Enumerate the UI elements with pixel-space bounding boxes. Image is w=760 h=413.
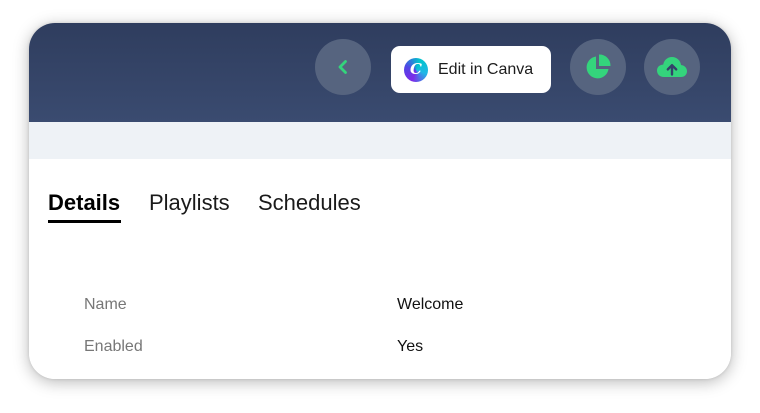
details-panel: Details Playlists Schedules Name Welcome…: [29, 159, 731, 379]
edit-in-canva-label: Edit in Canva: [438, 60, 534, 78]
name-value: Welcome: [397, 296, 464, 313]
edit-in-canva-button[interactable]: C Edit in Canva: [391, 46, 551, 93]
upload-button[interactable]: [644, 39, 700, 95]
enabled-value: Yes: [397, 338, 424, 355]
active-tab-indicator: [48, 220, 121, 223]
name-label: Name: [84, 296, 127, 313]
statistics-button[interactable]: [570, 39, 626, 95]
enabled-label: Enabled: [84, 338, 143, 355]
back-button[interactable]: [315, 39, 371, 95]
content-card: C Edit in Canva Details Playlists Schedu…: [29, 23, 731, 379]
pie-chart-icon: [586, 54, 611, 79]
tab-details[interactable]: Details: [48, 190, 120, 216]
tab-playlists[interactable]: Playlists: [149, 190, 230, 216]
chevron-left-icon: [338, 60, 347, 74]
tab-schedules[interactable]: Schedules: [258, 190, 361, 216]
secondary-bar: [29, 122, 731, 159]
top-toolbar: C Edit in Canva: [29, 23, 731, 122]
cloud-upload-icon: [657, 57, 687, 77]
canva-logo-icon: C: [404, 57, 428, 82]
